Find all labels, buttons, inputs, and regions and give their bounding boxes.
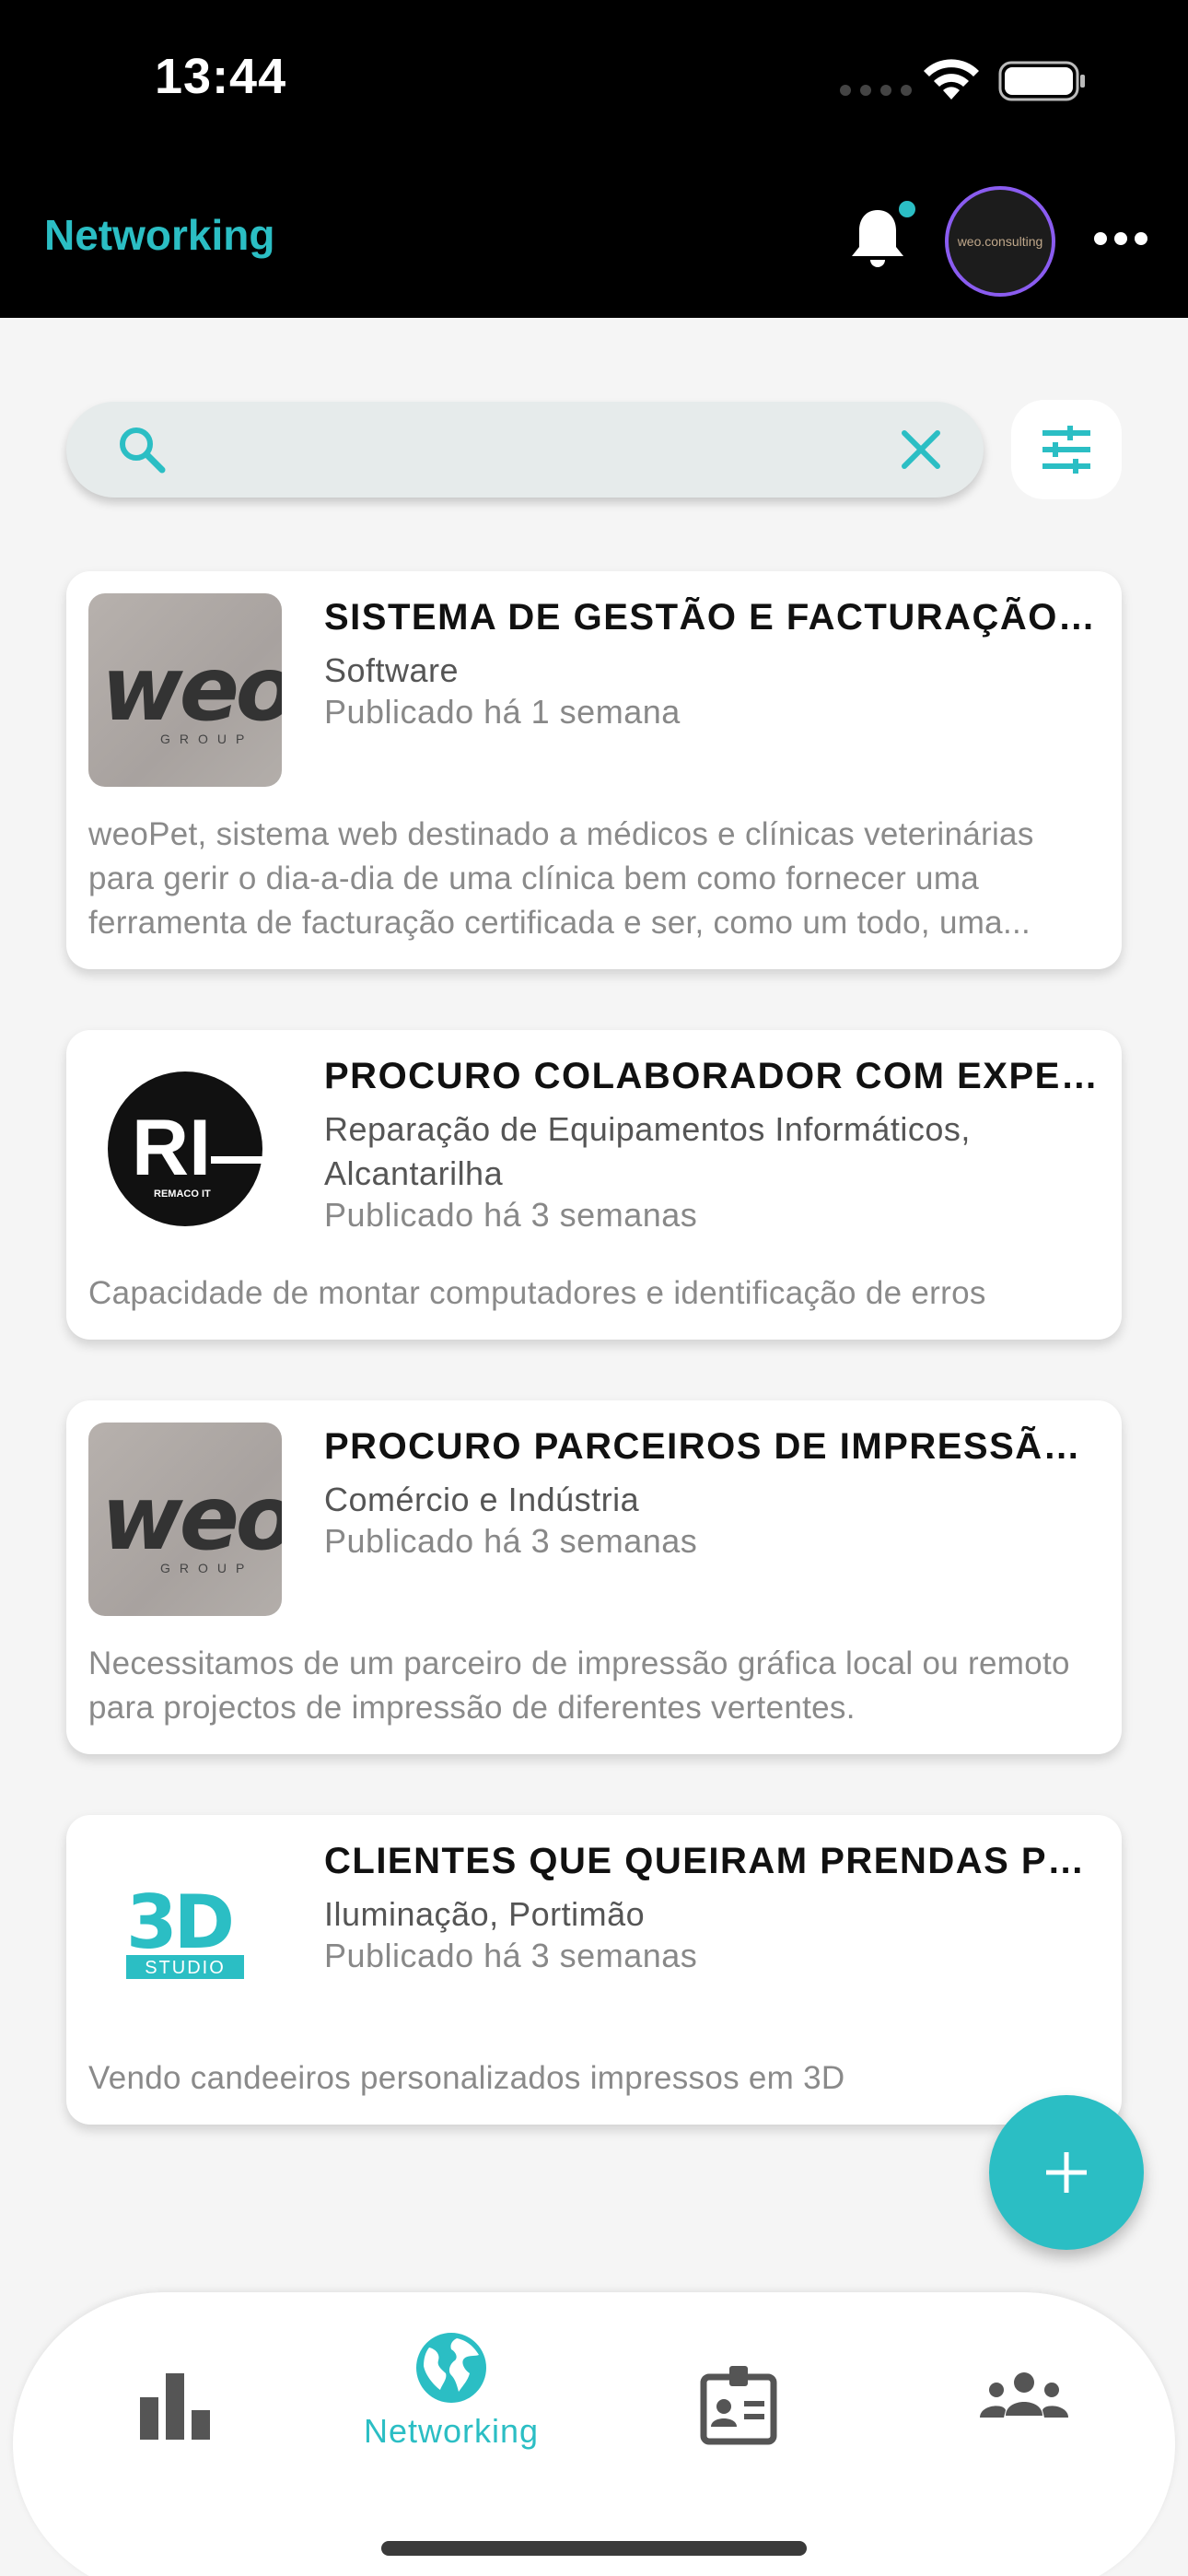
nav-item-stats[interactable] [64, 2329, 285, 2458]
more-options-icon[interactable] [1094, 232, 1147, 245]
avatar[interactable]: weo.consulting [945, 186, 1055, 297]
wifi-icon [924, 59, 979, 100]
svg-text:STUDIO: STUDIO [145, 1958, 226, 1978]
status-bar: 13:44 [0, 0, 1188, 157]
card-category: Iluminação, Portimão [324, 1895, 646, 1933]
nav-item-community[interactable] [914, 2329, 1135, 2458]
nav-item-profile-card[interactable] [628, 2329, 849, 2458]
card-description: Capacidade de montar computadores e iden… [88, 1275, 986, 1311]
card-category: Comércio e Indústria [324, 1481, 640, 1518]
nav-label-networking: Networking [363, 2412, 540, 2450]
add-post-button[interactable] [989, 2095, 1144, 2250]
weo-group-logo: weo GROUP [88, 1423, 282, 1616]
list-item[interactable]: 3D STUDIO CLIENTES QUE QUEIRAM PRENDAS P… [66, 1815, 1122, 2125]
bell-icon[interactable] [847, 205, 908, 275]
card-date: Publicado há 1 semana [324, 693, 681, 731]
3d-studio-logo: 3D STUDIO [88, 1837, 282, 2031]
card-description: weoPet, sistema web destinado a médicos … [88, 816, 1034, 941]
svg-text:REMACO IT: REMACO IT [154, 1188, 211, 1200]
card-title: SISTEMA DE GESTÃO E FACTURAÇÃO V... [324, 597, 1098, 638]
search-input[interactable] [186, 422, 923, 477]
plus-icon [1046, 2152, 1087, 2193]
sliders-icon [1042, 426, 1090, 474]
weo-group-logo: weo GROUP [88, 593, 282, 787]
page-title: Networking [44, 211, 275, 259]
home-indicator [381, 2541, 807, 2556]
svg-text:RI: RI [132, 1104, 211, 1192]
nav-item-networking[interactable]: Networking [341, 2329, 562, 2458]
app-header: Networking weo.consulting [0, 157, 1188, 318]
card-title: PROCURO PARCEIROS DE IMPRESSÃO ... [324, 1426, 1098, 1467]
card-title: PROCURO COLABORADOR COM EXPERI... [324, 1056, 1098, 1096]
close-icon[interactable] [895, 424, 947, 475]
id-badge-icon [700, 2366, 777, 2445]
status-time: 13:44 [155, 49, 287, 104]
battery-icon [998, 61, 1085, 101]
list-item[interactable]: weo GROUP PROCURO PARCEIROS DE IMPRESSÃO … [66, 1400, 1122, 1754]
card-date: Publicado há 3 semanas [324, 1196, 698, 1234]
bottom-navigation: Networking [13, 2292, 1175, 2576]
list-item[interactable]: weo GROUP SISTEMA DE GESTÃO E FACTURAÇÃO … [66, 571, 1122, 969]
avatar-text: weo.consulting [957, 234, 1043, 249]
search-icon [120, 427, 166, 474]
notification-badge [899, 201, 915, 217]
card-description: Vendo candeeiros personalizados impresso… [88, 2060, 845, 2096]
card-title: CLIENTES QUE QUEIRAM PRENDAS PER... [324, 1841, 1098, 1881]
search-bar [66, 402, 984, 498]
group-icon [980, 2372, 1068, 2418]
card-date: Publicado há 3 semanas [324, 1937, 698, 1974]
list-item[interactable]: RI REMACO IT PROCURO COLABORADOR COM EXP… [66, 1030, 1122, 1340]
filter-button[interactable] [1011, 400, 1122, 499]
card-description: Necessitamos de um parceiro de impressão… [88, 1645, 1070, 1726]
globe-icon [416, 2333, 486, 2403]
svg-text:3D: 3D [126, 1883, 232, 1965]
card-category: Software [324, 651, 460, 689]
card-date: Publicado há 3 semanas [324, 1522, 698, 1560]
remaco-it-logo: RI REMACO IT [88, 1052, 282, 1246]
cellular-signal-icon [840, 85, 912, 96]
card-category: Reparação de Equipamentos Informáticos, … [324, 1110, 971, 1192]
bar-chart-icon [140, 2373, 210, 2440]
